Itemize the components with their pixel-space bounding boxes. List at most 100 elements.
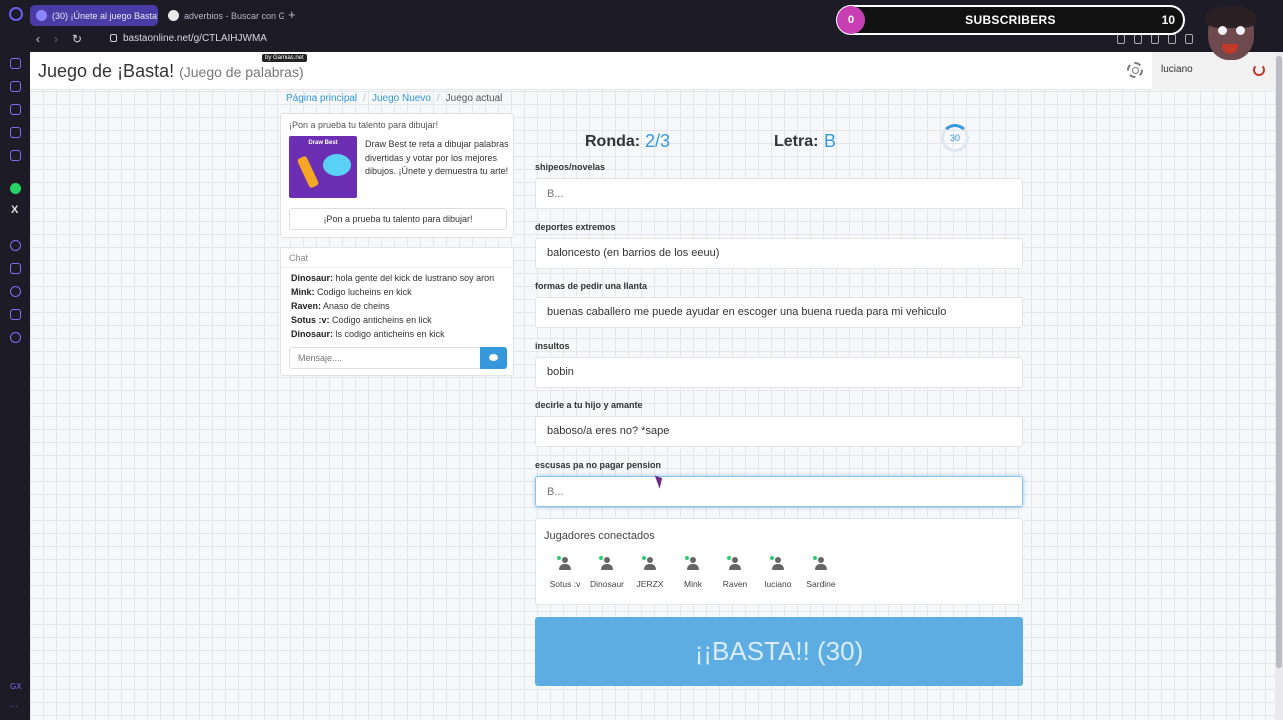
extension-icon[interactable] <box>1168 34 1176 44</box>
sidebar-more-icon[interactable]: ··· <box>10 702 18 711</box>
player-item[interactable]: Sardine <box>801 556 841 589</box>
basta-button[interactable]: ¡¡BASTA!! (30) <box>535 617 1023 686</box>
online-dot-icon <box>557 556 561 560</box>
player-name: Sardine <box>806 579 836 589</box>
user-avatar-icon <box>685 556 700 571</box>
chat-message: Raven: Anaso de cheins <box>291 299 511 313</box>
player-name: Sotus :v <box>549 579 581 589</box>
category-label: escusas pa no pagar pension <box>535 460 662 470</box>
extension-icon[interactable] <box>1117 34 1125 44</box>
sidebar-messenger-icon[interactable] <box>10 81 21 92</box>
online-dot-icon <box>642 556 646 560</box>
promo-button[interactable]: ¡Pon a prueba tu talento para dibujar! <box>289 208 507 230</box>
user-name: luciano <box>1161 64 1193 75</box>
extension-icons <box>1117 34 1193 44</box>
sidebar-notifications-icon[interactable] <box>10 263 21 274</box>
category-input-deportes[interactable]: baloncesto (en barrios de los eeuu) <box>535 238 1023 269</box>
forward-icon[interactable]: › <box>54 32 58 46</box>
category-input-hijo-amante[interactable]: baboso/a eres no? *sape <box>535 416 1023 447</box>
sidebar-history-icon[interactable] <box>10 286 21 297</box>
chat-message: Mink: Codigo lucheins en kick <box>291 285 511 299</box>
online-dot-icon <box>685 556 689 560</box>
breadcrumb: Página principal / Juego Nuevo / Juego a… <box>286 93 502 104</box>
player-name: Dinosaur <box>589 579 625 589</box>
draw-best-logo: Draw Best <box>308 140 338 146</box>
player-item[interactable]: JERZX <box>630 556 670 589</box>
sidebar-settings-icon[interactable] <box>10 332 21 343</box>
category-input-insultos[interactable]: bobin <box>535 357 1023 388</box>
avatar-eye <box>1236 26 1245 35</box>
player-item[interactable]: Raven <box>715 556 755 589</box>
chat-card: Chat Dinosaur: hola gente del kick de lu… <box>280 247 514 376</box>
speech-bubble-icon <box>323 154 351 176</box>
lock-icon <box>110 34 117 42</box>
player-name: Mink <box>684 579 702 589</box>
category-input-llanta[interactable]: buenas caballero me puede ayudar en esco… <box>535 297 1023 328</box>
extension-icon[interactable] <box>1134 34 1142 44</box>
sidebar-whatsapp-icon[interactable] <box>10 183 21 194</box>
basta-favicon-icon <box>36 10 47 21</box>
sidebar-news-icon[interactable] <box>10 150 21 161</box>
promo-title: ¡Pon a prueba tu talento para dibujar! <box>289 120 439 130</box>
user-avatar-icon <box>642 556 657 571</box>
sidebar-extensions-icon[interactable] <box>10 309 21 320</box>
category-label: formas de pedir una llanta <box>535 281 648 291</box>
settings-gear-icon[interactable] <box>1127 62 1143 78</box>
category-label: shipeos/novelas <box>535 162 606 172</box>
player-name: Raven <box>722 579 748 589</box>
scrollbar-thumb[interactable] <box>1276 56 1282 668</box>
breadcrumb-new-game[interactable]: Juego Nuevo <box>372 93 431 104</box>
extension-icon[interactable] <box>1151 34 1159 44</box>
page: Juego de ¡Basta! (Juego de palabras) by … <box>30 52 1275 720</box>
site-title[interactable]: Juego de ¡Basta! (Juego de palabras) <box>38 61 304 82</box>
by-badge[interactable]: by Gamias.net <box>262 54 307 62</box>
new-tab-icon[interactable]: + <box>288 7 296 22</box>
category-label: deportes extremos <box>535 222 616 232</box>
breadcrumb-separator: / <box>363 93 366 104</box>
extension-icon[interactable] <box>1185 34 1193 44</box>
round-label: Ronda: <box>585 133 641 150</box>
category-input-shipeos[interactable] <box>535 178 1023 209</box>
letter-value: B <box>824 131 837 151</box>
sidebar-gx-icon[interactable]: GX <box>10 682 22 691</box>
tab-label: adverbios - Buscar con Google <box>184 10 284 21</box>
online-dot-icon <box>770 556 774 560</box>
category-input-pension[interactable] <box>535 476 1023 507</box>
sidebar-x-icon[interactable]: X <box>11 204 18 216</box>
browser-tab-google[interactable]: adverbios - Buscar con Google <box>162 5 284 26</box>
player-name: JERZX <box>636 579 664 589</box>
back-icon[interactable]: ‹ <box>36 32 40 46</box>
reload-icon[interactable]: ↻ <box>72 32 82 46</box>
chat-user: Dinosaur: <box>291 273 334 283</box>
url-text: bastaonline.net/g/CTLAIHJWMA <box>123 33 267 44</box>
player-item[interactable]: Dinosaur <box>587 556 627 589</box>
url-field[interactable]: bastaonline.net/g/CTLAIHJWMA <box>110 33 267 44</box>
draw-best-image[interactable]: Draw Best <box>289 136 357 198</box>
chat-user: Raven: <box>291 301 322 311</box>
tab-label: (30) ¡Únete al juego Basta! <box>52 10 158 21</box>
online-dot-icon <box>599 556 603 560</box>
player-item[interactable]: Sotus :v <box>545 556 585 589</box>
breadcrumb-home[interactable]: Página principal <box>286 93 357 104</box>
online-dot-icon <box>727 556 731 560</box>
browser-sidebar: X GX ··· <box>0 30 30 720</box>
sidebar-music-icon[interactable] <box>10 240 21 251</box>
player-item[interactable]: luciano <box>758 556 798 589</box>
chat-messages: Dinosaur: hola gente del kick de lustran… <box>291 271 511 341</box>
chat-user: Mink: <box>291 287 315 297</box>
chat-title: Chat <box>289 253 309 263</box>
promo-text: Draw Best te reta a dibujar palabras div… <box>365 139 509 176</box>
user-avatar-icon <box>727 556 742 571</box>
sidebar-mail-icon[interactable] <box>10 58 21 69</box>
chat-message-input[interactable] <box>289 347 481 369</box>
opera-logo-icon[interactable] <box>9 7 23 21</box>
sidebar-games-icon[interactable] <box>10 104 21 115</box>
chat-send-button[interactable] <box>480 347 507 369</box>
subscriber-goal-overlay: 0 SUBSCRIBERS 10 <box>836 5 1185 35</box>
chat-text: Codigo lucheins en kick <box>317 287 412 297</box>
sidebar-twitch-icon[interactable] <box>10 127 21 138</box>
player-item[interactable]: Mink <box>673 556 713 589</box>
browser-tab-basta[interactable]: (30) ¡Únete al juego Basta! <box>30 5 158 26</box>
breadcrumb-current: Juego actual <box>445 93 503 104</box>
chat-text: ls codigo anticheins en kick <box>335 329 445 339</box>
